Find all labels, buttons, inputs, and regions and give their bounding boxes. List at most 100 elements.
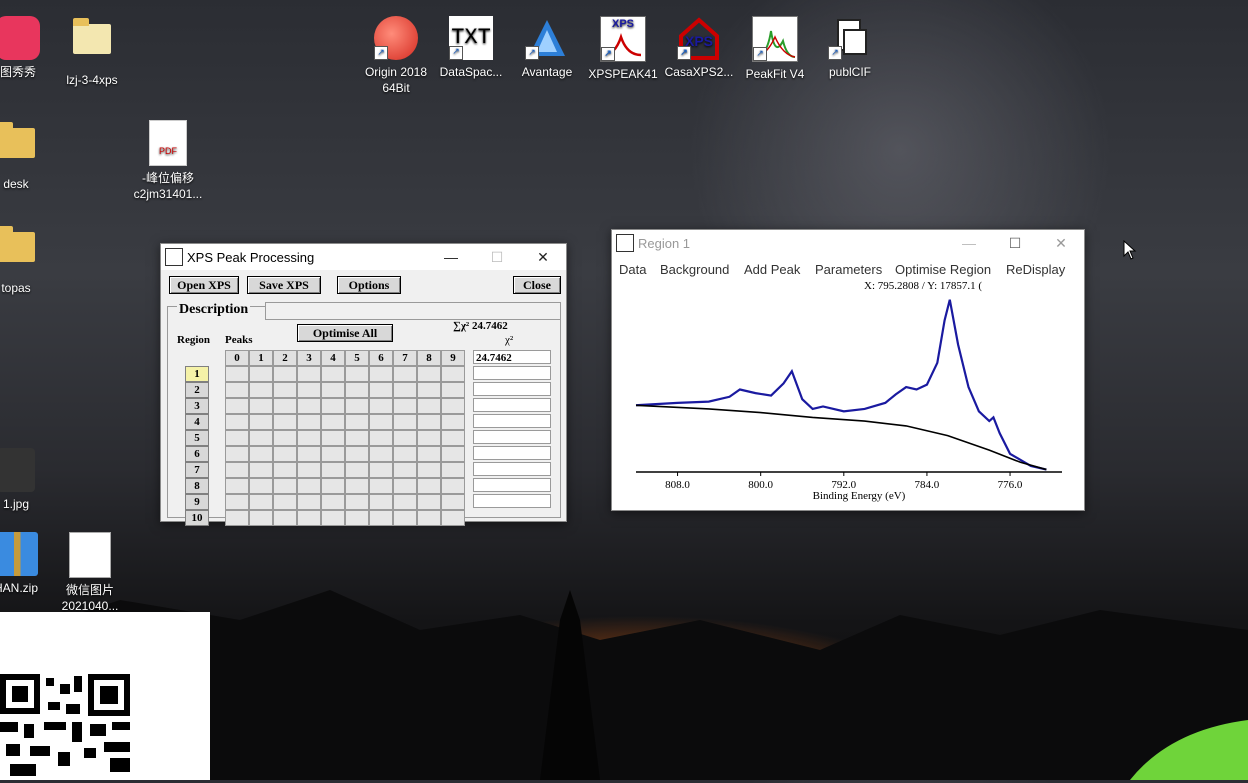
- peak-grid-cell[interactable]: [297, 366, 321, 382]
- peak-grid-cell[interactable]: [369, 430, 393, 446]
- peak-grid-cell[interactable]: [345, 414, 369, 430]
- peak-grid-cell[interactable]: [393, 510, 417, 526]
- region-row-button[interactable]: 9: [185, 494, 209, 510]
- peak-grid-cell[interactable]: [297, 494, 321, 510]
- peak-grid-cell[interactable]: [321, 414, 345, 430]
- save-xps-button[interactable]: Save XPS: [247, 276, 321, 294]
- desktop-icon-avantage[interactable]: ↗ Avantage: [507, 16, 587, 80]
- desktop-icon-origin[interactable]: ↗ Origin 2018 64Bit: [356, 16, 436, 96]
- peak-grid-cell[interactable]: [225, 430, 249, 446]
- peak-grid-cell[interactable]: [225, 510, 249, 526]
- region-row-button[interactable]: 2: [185, 382, 209, 398]
- open-xps-button[interactable]: Open XPS: [169, 276, 239, 294]
- peak-grid-cell[interactable]: [417, 462, 441, 478]
- peak-grid-cell[interactable]: [273, 462, 297, 478]
- xps-window-titlebar[interactable]: XPS Peak Processing — ☐ ✕: [161, 244, 566, 270]
- peak-grid-cell[interactable]: [369, 494, 393, 510]
- peak-grid-cell[interactable]: [441, 478, 465, 494]
- peak-grid-cell[interactable]: [441, 494, 465, 510]
- desktop-icon-lzj[interactable]: lzj-3-4xps: [52, 16, 132, 88]
- peak-grid-cell[interactable]: [369, 446, 393, 462]
- peak-grid-cell[interactable]: [273, 366, 297, 382]
- menu-background[interactable]: Background: [660, 262, 729, 277]
- peak-grid-cell[interactable]: [369, 478, 393, 494]
- peak-grid-cell[interactable]: [417, 494, 441, 510]
- peak-grid-cell[interactable]: [393, 430, 417, 446]
- peak-grid-cell[interactable]: [441, 366, 465, 382]
- peak-grid-cell[interactable]: [249, 478, 273, 494]
- desktop-icon-wechat-image[interactable]: 微信图片 2021040...: [50, 532, 130, 614]
- peak-grid-cell[interactable]: [297, 398, 321, 414]
- peak-grid-cell[interactable]: [393, 446, 417, 462]
- peak-grid-cell[interactable]: [225, 414, 249, 430]
- close-window-button[interactable]: ✕: [1038, 230, 1084, 256]
- peak-grid-cell[interactable]: [273, 510, 297, 526]
- peak-grid-cell[interactable]: [369, 462, 393, 478]
- peak-grid-cell[interactable]: [321, 366, 345, 382]
- description-input[interactable]: [265, 302, 561, 320]
- region-row-button[interactable]: 4: [185, 414, 209, 430]
- peak-grid-cell[interactable]: [393, 398, 417, 414]
- region-row-button[interactable]: 6: [185, 446, 209, 462]
- peak-grid-cell[interactable]: [297, 446, 321, 462]
- peak-grid-cell[interactable]: [225, 478, 249, 494]
- region-row-button[interactable]: 5: [185, 430, 209, 446]
- menu-redisplay[interactable]: ReDisplay: [1006, 262, 1065, 277]
- peak-grid-cell[interactable]: [297, 382, 321, 398]
- peak-grid-cell[interactable]: [393, 494, 417, 510]
- peak-grid-cell[interactable]: [225, 494, 249, 510]
- menu-parameters[interactable]: Parameters: [815, 262, 882, 277]
- peak-grid-cell[interactable]: [345, 510, 369, 526]
- peak-grid-cell[interactable]: [225, 382, 249, 398]
- close-button[interactable]: Close: [513, 276, 561, 294]
- peak-grid-cell[interactable]: [345, 478, 369, 494]
- desktop-icon-publcif[interactable]: ↗ publCIF: [810, 16, 890, 80]
- peak-grid-cell[interactable]: [273, 382, 297, 398]
- desktop-icon-dataspace[interactable]: TXT ↗ DataSpac...: [431, 16, 511, 80]
- peak-grid-cell[interactable]: [441, 462, 465, 478]
- menu-data[interactable]: Data: [619, 262, 646, 277]
- desktop-icon-jpg[interactable]: 1.jpg: [0, 448, 56, 512]
- xps-spectrum-chart[interactable]: 808.0 800.0 792.0 784.0 776.0Binding Energy …: [612, 280, 1084, 510]
- peak-grid-cell[interactable]: [225, 366, 249, 382]
- peak-grid-cell[interactable]: [321, 494, 345, 510]
- minimize-button[interactable]: —: [428, 244, 474, 270]
- peak-grid-cell[interactable]: [441, 446, 465, 462]
- peak-grid-cell[interactable]: [417, 382, 441, 398]
- peak-grid-cell[interactable]: [273, 446, 297, 462]
- peak-grid-cell[interactable]: [321, 382, 345, 398]
- region-window-titlebar[interactable]: Region 1 — ☐ ✕: [612, 230, 1084, 256]
- peak-grid-cell[interactable]: [249, 446, 273, 462]
- peak-grid-cell[interactable]: [417, 430, 441, 446]
- peak-grid-cell[interactable]: [273, 430, 297, 446]
- menu-add-peak[interactable]: Add Peak: [744, 262, 800, 277]
- desktop-icon-meitu[interactable]: 图秀秀: [0, 16, 58, 80]
- peak-grid-cell[interactable]: [441, 382, 465, 398]
- desktop-icon-peakfit[interactable]: ↗ PeakFit V4: [735, 16, 815, 82]
- peak-grid-cell[interactable]: [321, 510, 345, 526]
- peak-grid-cell[interactable]: [345, 366, 369, 382]
- desktop-icon-casaxps[interactable]: XPS ↗ CasaXPS2...: [659, 16, 739, 80]
- peak-grid-cell[interactable]: [321, 446, 345, 462]
- peak-grid-cell[interactable]: [417, 366, 441, 382]
- peak-grid-cell[interactable]: [417, 398, 441, 414]
- peak-grid-cell[interactable]: [249, 510, 273, 526]
- peak-grid-cell[interactable]: [417, 446, 441, 462]
- maximize-button[interactable]: ☐: [992, 230, 1038, 256]
- peak-grid-cell[interactable]: [393, 462, 417, 478]
- peak-grid-cell[interactable]: [225, 462, 249, 478]
- peak-grid-cell[interactable]: [393, 366, 417, 382]
- region-row-button[interactable]: 10: [185, 510, 209, 526]
- peak-grid-cell[interactable]: [441, 510, 465, 526]
- peak-grid-cell[interactable]: [249, 430, 273, 446]
- peak-grid-cell[interactable]: [297, 478, 321, 494]
- peak-grid-cell[interactable]: [321, 398, 345, 414]
- peak-grid-cell[interactable]: [249, 382, 273, 398]
- peak-grid-cell[interactable]: [297, 462, 321, 478]
- region-row-button[interactable]: 7: [185, 462, 209, 478]
- peak-grid-cell[interactable]: [273, 414, 297, 430]
- close-window-button[interactable]: ✕: [520, 244, 566, 270]
- menu-optimise-region[interactable]: Optimise Region: [895, 262, 991, 277]
- peak-grid-cell[interactable]: [417, 478, 441, 494]
- peak-grid-cell[interactable]: [249, 494, 273, 510]
